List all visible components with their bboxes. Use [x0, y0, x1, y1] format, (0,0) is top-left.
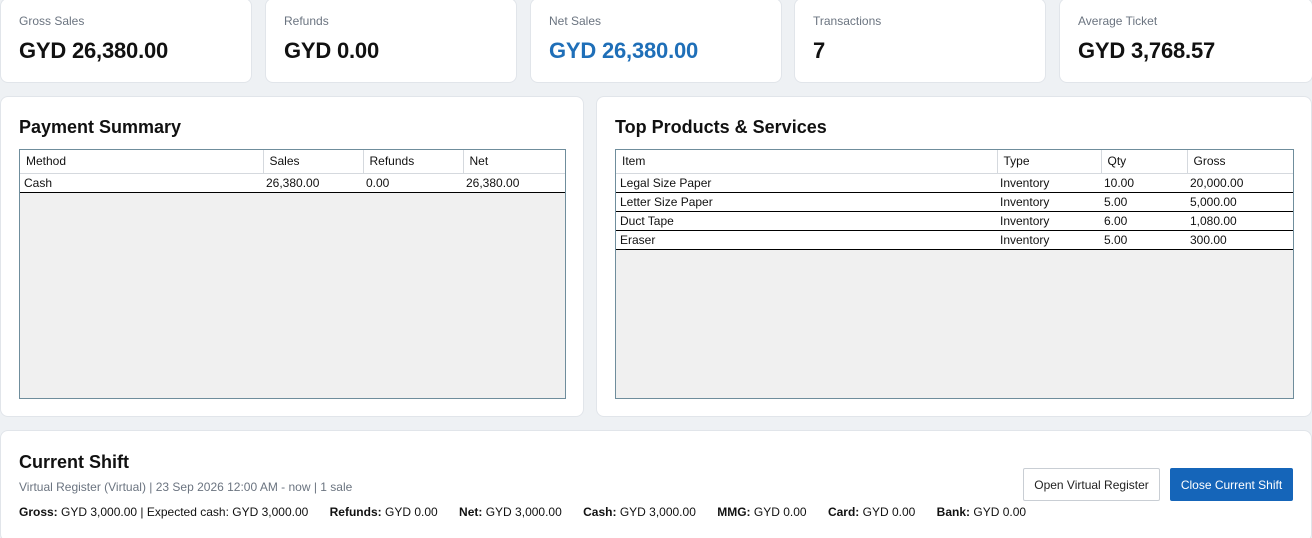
cell-qty: 6.00 — [1101, 211, 1187, 231]
stat-label: Refunds: — [329, 505, 382, 519]
payment-summary-table: Method Sales Refunds Net Cash 26,380.00 … — [20, 150, 565, 193]
stat-value: GYD 3,000.00 — [485, 505, 562, 519]
current-shift-title: Current Shift — [19, 452, 129, 472]
top-products-grid[interactable]: Item Type Qty Gross Legal Size Paper Inv… — [615, 149, 1294, 399]
kpi-card-refunds: Refunds GYD 0.00 — [265, 0, 517, 83]
kpi-value: GYD 26,380.00 — [549, 38, 699, 63]
table-header-row: Method Sales Refunds Net — [20, 150, 565, 174]
column-header-net[interactable]: Net — [463, 150, 565, 174]
stat-refunds: Refunds: GYD 0.00 — [330, 505, 438, 519]
stat-value: GYD 3,000.00 — [619, 505, 696, 519]
shift-meta: Virtual Register (Virtual) | 23 Sep 2026… — [19, 480, 353, 494]
table-row[interactable]: Letter Size Paper Inventory 5.00 5,000.0… — [616, 192, 1293, 212]
kpi-label: Transactions — [813, 14, 882, 28]
cell-type: Inventory — [997, 230, 1101, 250]
cell-gross: 20,000.00 — [1187, 173, 1293, 193]
stat-label: Cash: — [583, 505, 617, 519]
stat-net: Net: GYD 3,000.00 — [459, 505, 562, 519]
table-header-row: Item Type Qty Gross — [616, 150, 1293, 174]
top-products-panel: Top Products & Services Item Type Qty Gr… — [596, 96, 1312, 417]
stat-gross: Gross: GYD 3,000.00 | Expected cash: GYD… — [19, 505, 308, 519]
kpi-label: Average Ticket — [1078, 14, 1158, 28]
top-products-table: Item Type Qty Gross Legal Size Paper Inv… — [616, 150, 1293, 250]
kpi-label: Net Sales — [549, 14, 602, 28]
kpi-card-average-ticket: Average Ticket GYD 3,768.57 — [1059, 0, 1312, 83]
cell-qty: 10.00 — [1101, 173, 1187, 193]
cell-qty: 5.00 — [1101, 230, 1187, 250]
cell-qty: 5.00 — [1101, 192, 1187, 212]
cell-gross: 5,000.00 — [1187, 192, 1293, 212]
stat-value: GYD 0.00 — [753, 505, 807, 519]
kpi-card-transactions: Transactions 7 — [794, 0, 1046, 83]
cell-type: Inventory — [997, 192, 1101, 212]
cell-item: Legal Size Paper — [616, 173, 997, 193]
column-header-gross[interactable]: Gross — [1187, 150, 1293, 174]
cell-item: Duct Tape — [616, 211, 997, 231]
cell-type: Inventory — [997, 211, 1101, 231]
stat-value: GYD 0.00 — [862, 505, 916, 519]
stat-label: Net: — [459, 505, 483, 519]
cell-gross: 300.00 — [1187, 230, 1293, 250]
kpi-card-gross-sales: Gross Sales GYD 26,380.00 — [0, 0, 252, 83]
table-row[interactable]: Eraser Inventory 5.00 300.00 — [616, 230, 1293, 250]
cell-refunds: 0.00 — [363, 173, 463, 193]
cell-sales: 26,380.00 — [263, 173, 363, 193]
column-header-type[interactable]: Type — [997, 150, 1102, 174]
column-header-item[interactable]: Item — [616, 150, 998, 174]
table-row[interactable]: Duct Tape Inventory 6.00 1,080.00 — [616, 211, 1293, 231]
cell-net: 26,380.00 — [463, 173, 565, 193]
payment-summary-panel: Payment Summary Method Sales Refunds Net… — [0, 96, 584, 417]
kpi-value: GYD 0.00 — [284, 38, 380, 63]
stat-label: Bank: — [936, 505, 971, 519]
stat-label: Gross: — [19, 505, 58, 519]
stat-label: Card: — [827, 505, 860, 519]
kpi-value: 7 — [813, 38, 826, 63]
cell-type: Inventory — [997, 173, 1101, 193]
column-header-method[interactable]: Method — [20, 150, 264, 174]
stat-label: MMG: — [717, 505, 751, 519]
table-row[interactable]: Cash 26,380.00 0.00 26,380.00 — [20, 173, 565, 193]
column-header-sales[interactable]: Sales — [263, 150, 364, 174]
open-virtual-register-button[interactable]: Open Virtual Register — [1023, 468, 1160, 501]
cell-gross: 1,080.00 — [1187, 211, 1293, 231]
stat-cash: Cash: GYD 3,000.00 — [583, 505, 696, 519]
shift-stats: Gross: GYD 3,000.00 | Expected cash: GYD… — [19, 505, 1044, 519]
stat-bank: Bank: GYD 0.00 — [937, 505, 1026, 519]
stat-mmg: MMG: GYD 0.00 — [717, 505, 806, 519]
stat-value: GYD 0.00 — [973, 505, 1027, 519]
cell-item: Eraser — [616, 230, 997, 250]
kpi-label: Refunds — [284, 14, 329, 28]
stat-value: GYD 3,000.00 | Expected cash: GYD 3,000.… — [61, 505, 309, 519]
cell-method: Cash — [20, 173, 263, 193]
column-header-refunds[interactable]: Refunds — [363, 150, 464, 174]
close-current-shift-button[interactable]: Close Current Shift — [1170, 468, 1293, 501]
stat-card: Card: GYD 0.00 — [828, 505, 915, 519]
stat-value: GYD 0.00 — [384, 505, 438, 519]
current-shift-panel: Current Shift Virtual Register (Virtual)… — [0, 430, 1312, 538]
kpi-card-net-sales: Net Sales GYD 26,380.00 — [530, 0, 782, 83]
table-row[interactable]: Legal Size Paper Inventory 10.00 20,000.… — [616, 173, 1293, 193]
kpi-value: GYD 3,768.57 — [1078, 38, 1216, 63]
top-products-title: Top Products & Services — [615, 117, 827, 137]
kpi-label: Gross Sales — [19, 14, 85, 28]
payment-summary-title: Payment Summary — [19, 117, 182, 137]
cell-item: Letter Size Paper — [616, 192, 997, 212]
kpi-value: GYD 26,380.00 — [19, 38, 169, 63]
payment-summary-grid[interactable]: Method Sales Refunds Net Cash 26,380.00 … — [19, 149, 566, 399]
column-header-qty[interactable]: Qty — [1101, 150, 1188, 174]
